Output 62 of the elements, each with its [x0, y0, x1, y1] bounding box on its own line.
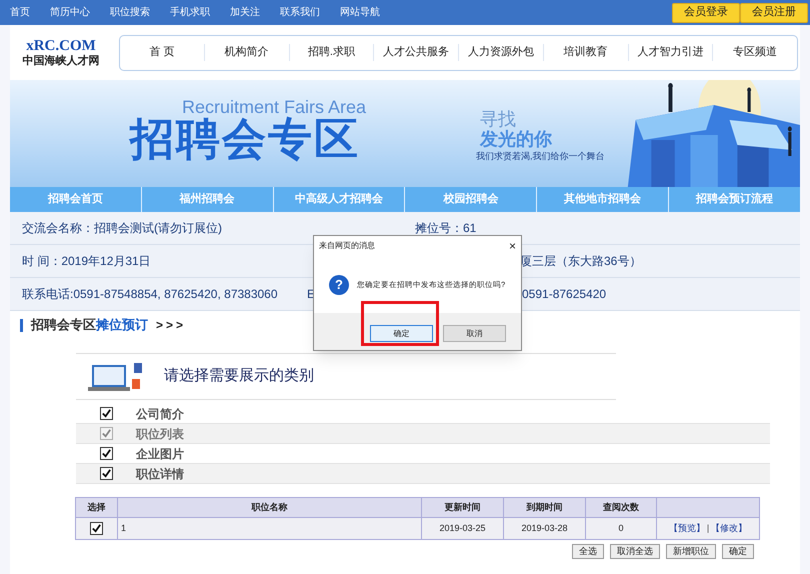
top-link[interactable]: 联系我们 [270, 5, 330, 20]
action-button[interactable]: 全选 [572, 544, 604, 559]
main-nav-item[interactable]: 人力资源外包 [458, 44, 543, 61]
category-label: 职位列表 [136, 426, 184, 442]
banner-title: 招聘会专区 [130, 114, 360, 166]
top-link[interactable]: 手机求职 [160, 5, 220, 20]
banner-subtitle: Recruitment Fairs Area [182, 96, 366, 117]
top-link[interactable]: 简历中心 [40, 5, 100, 20]
action-link[interactable]: 【预览】 [668, 522, 705, 536]
category-label: 企业图片 [136, 446, 184, 462]
info-text: 联系电话:0591-87548854, 87625420, 87383060 [22, 286, 278, 303]
info-text: 摊位号：61 [415, 220, 476, 237]
info-text: 0591-87625420 [522, 286, 606, 303]
column-header: 职位名称 [118, 498, 422, 517]
main-nav-item[interactable]: 专区频道 [712, 44, 797, 61]
category-label: 公司简介 [136, 406, 184, 422]
category-label: 职位详情 [136, 466, 184, 482]
main-nav-item[interactable]: 人才智力引进 [628, 44, 712, 61]
dialog-title: 来自网页的消息 [319, 240, 375, 252]
category-checkbox[interactable] [100, 407, 112, 420]
column-header: 到期时间 [504, 498, 586, 517]
banner-tagline: 寻找 [480, 108, 516, 130]
banner-tagline: 发光的你 [480, 128, 552, 151]
column-header: 更新时间 [422, 498, 504, 517]
main-nav-item[interactable]: 首 页 [120, 44, 204, 61]
top-link[interactable]: 加关注 [220, 5, 270, 20]
site-logo: xRC.COM 中国海峡人才网 [22, 37, 100, 68]
dialog-button[interactable]: 确定 [370, 325, 433, 342]
main-nav-item[interactable]: 招聘.求职 [288, 44, 374, 61]
category-checkbox[interactable] [100, 467, 112, 480]
info-text: 交流会名称：招聘会测试(请勿订展位) [22, 220, 222, 237]
member-button[interactable]: 会员登录 [672, 2, 740, 22]
main-nav-item[interactable]: 人才公共服务 [373, 44, 458, 61]
column-header: 查阅次数 [586, 498, 657, 517]
section-arrows: >>> [156, 317, 186, 334]
row-checkbox[interactable] [90, 522, 103, 535]
top-link[interactable]: 职位搜索 [100, 5, 160, 20]
close-button[interactable]: × [508, 240, 516, 252]
dialog-button[interactable]: 取消 [443, 325, 506, 342]
top-link[interactable]: 首页 [0, 5, 40, 20]
action-button[interactable]: 取消全选 [610, 544, 660, 559]
section-title: 招聘会专区摊位预订 [31, 316, 148, 334]
action-button[interactable]: 确定 [722, 544, 754, 559]
action-button[interactable]: 新增职位 [666, 544, 716, 559]
section-marker [20, 318, 23, 332]
table-cell: 2019-03-25 [422, 518, 504, 539]
table-cell: 1 [118, 518, 422, 539]
category-checkbox[interactable] [100, 447, 112, 460]
member-button[interactable]: 会员注册 [740, 2, 808, 22]
question-icon: ? [329, 274, 349, 294]
main-nav-item[interactable]: 培训教育 [542, 44, 628, 61]
top-link[interactable]: 网站导航 [330, 5, 390, 20]
main-nav-item[interactable]: 机构简介 [204, 44, 288, 61]
table-cell: 2019-03-28 [504, 518, 586, 539]
info-text: 厦三层（东大路36号） [520, 253, 642, 270]
info-text: 时 间：2019年12月31日 [22, 253, 151, 270]
banner-tagline: 我们求贤若渴,我们给你一个舞台 [476, 150, 605, 163]
column-header: 选择 [76, 498, 118, 517]
separator: | [706, 522, 710, 535]
table-cell: 0 [586, 518, 657, 539]
category-title: 请选择需要展示的类别 [164, 366, 314, 386]
action-link[interactable]: 【修改】 [711, 522, 748, 536]
